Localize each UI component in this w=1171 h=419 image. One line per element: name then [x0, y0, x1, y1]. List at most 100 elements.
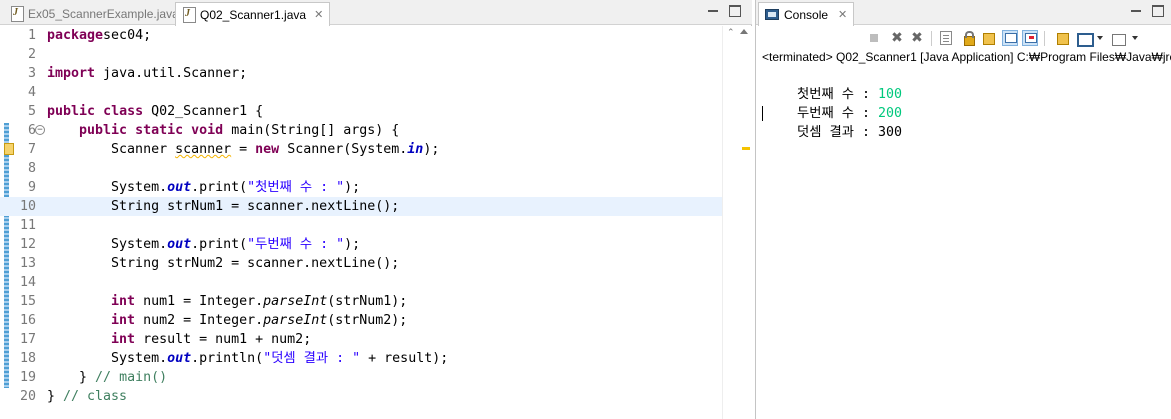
- code-token: .println(: [191, 351, 264, 366]
- code-line[interactable]: 1 packagesec04;: [0, 26, 722, 45]
- close-tab-icon[interactable]: ✕: [314, 8, 323, 21]
- code-text: Scanner scanner = new Scanner(System.in)…: [47, 140, 439, 159]
- pin-console-icon[interactable]: [1054, 30, 1070, 46]
- scroll-lock-icon[interactable]: [960, 30, 976, 46]
- code-token: public: [79, 123, 128, 138]
- tab-console[interactable]: Console ✕: [758, 2, 855, 26]
- remove-all-terminated-icon[interactable]: ✖: [909, 30, 925, 46]
- code-token: result = num1 + num2;: [135, 332, 312, 347]
- minimize-icon[interactable]: [707, 5, 719, 17]
- chevron-up-icon[interactable]: [740, 29, 748, 34]
- code-line[interactable]: 18 System.out.println("덧셈 결과 : " + resul…: [0, 349, 722, 368]
- code-token: int: [111, 332, 136, 347]
- code-text: import java.util.Scanner;: [47, 64, 247, 83]
- line-number: 13: [19, 256, 36, 271]
- code-token: + result);: [360, 351, 449, 366]
- code-text: int num1 = Integer.parseInt(strNum1);: [47, 292, 407, 311]
- code-line[interactable]: 17 int result = num1 + num2;: [0, 330, 722, 349]
- code-token: import: [47, 66, 96, 81]
- code-text: public class Q02_Scanner1 {: [47, 102, 263, 121]
- code-token: in: [407, 142, 424, 157]
- code-line[interactable]: 3 import java.util.Scanner;: [0, 64, 722, 83]
- close-console-icon[interactable]: ✕: [838, 8, 847, 21]
- overview-ruler[interactable]: ⌃: [722, 26, 752, 419]
- code-line[interactable]: 4: [0, 83, 722, 102]
- code-line[interactable]: 6− public static void main(String[] args…: [0, 121, 722, 140]
- fold-toggle-icon[interactable]: −: [35, 125, 45, 135]
- code-line[interactable]: 2: [0, 45, 722, 64]
- code-token: // class: [63, 389, 128, 404]
- code-token: String strNum1 = scanner.nextLine();: [47, 199, 400, 214]
- console-pane: Console ✕ ✖ ✖ <terminated> Q02_Scanner1 …: [755, 0, 1171, 419]
- chevron-down-icon[interactable]: [1097, 36, 1103, 40]
- code-token: }: [47, 389, 64, 404]
- code-text: String strNum2 = scanner.nextLine();: [47, 254, 399, 273]
- code-token: num1 = Integer.: [135, 294, 264, 309]
- open-console-icon[interactable]: [1111, 30, 1127, 46]
- code-text: int num2 = Integer.parseInt(strNum2);: [47, 311, 407, 330]
- console-line: 두번째 수 : 200: [765, 85, 902, 121]
- scroll-up-icon[interactable]: ⌃: [727, 28, 735, 38]
- line-number: 10: [19, 199, 36, 214]
- code-line[interactable]: 8: [0, 159, 722, 178]
- show-on-stdout-icon[interactable]: [1002, 30, 1018, 46]
- code-editor-pane: Ex05_ScannerExample.java Q02_Scanner1.ja…: [0, 0, 752, 419]
- code-line[interactable]: 15 int num1 = Integer.parseInt(strNum1);: [0, 292, 722, 311]
- remove-launch-icon[interactable]: ✖: [889, 30, 905, 46]
- code-line[interactable]: 9 System.out.print("첫번째 수 : ");: [0, 178, 722, 197]
- code-token: public: [47, 104, 96, 119]
- code-token: .print(: [191, 237, 248, 252]
- tab-q02-scanner1[interactable]: Q02_Scanner1.java ✕: [175, 2, 331, 26]
- console-icon: [765, 9, 779, 20]
- display-selected-console-icon[interactable]: [1076, 30, 1094, 47]
- code-token: out: [167, 237, 192, 252]
- line-number: 6: [27, 123, 36, 138]
- clear-console-icon[interactable]: [940, 31, 952, 45]
- code-text: System.out.print("두번째 수 : ");: [47, 235, 360, 254]
- code-token: main(String[] args) {: [223, 123, 400, 138]
- code-line[interactable]: 20} // class: [0, 387, 722, 406]
- code-line[interactable]: 19 } // main(): [0, 368, 722, 387]
- line-number: 18: [19, 351, 36, 366]
- code-token: parseInt: [263, 294, 328, 309]
- code-token: (strNum1);: [327, 294, 408, 309]
- code-token: class: [103, 104, 144, 119]
- code-token: }: [47, 370, 96, 385]
- minimize-icon[interactable]: [1130, 5, 1142, 17]
- chevron-down-icon[interactable]: [1132, 36, 1138, 40]
- code-token: );: [344, 237, 361, 252]
- word-wrap-icon[interactable]: [980, 30, 996, 46]
- code-token: System.: [47, 237, 168, 252]
- code-line[interactable]: 5 public class Q02_Scanner1 {: [0, 102, 722, 121]
- line-number: 15: [19, 294, 36, 309]
- code-line[interactable]: 13 String strNum2 = scanner.nextLine();: [0, 254, 722, 273]
- code-text: String strNum1 = scanner.nextLine();: [47, 197, 399, 216]
- line-number: 17: [19, 332, 36, 347]
- code-token: );: [423, 142, 440, 157]
- code-text: int result = num1 + num2;: [47, 330, 311, 349]
- code-line[interactable]: 16 int num2 = Integer.parseInt(strNum2);: [0, 311, 722, 330]
- console-output: 300: [878, 125, 903, 140]
- code-line[interactable]: 12 System.out.print("두번째 수 : ");: [0, 235, 722, 254]
- tab-ex05-scanner-example[interactable]: Ex05_ScannerExample.java: [4, 2, 185, 25]
- maximize-icon[interactable]: [729, 5, 741, 17]
- code-token: "첫번째 수 : ": [247, 180, 345, 195]
- code-line[interactable]: 10 String strNum1 = scanner.nextLine();: [0, 197, 722, 216]
- code-line[interactable]: 14: [0, 273, 722, 292]
- line-number: 8: [27, 161, 36, 176]
- code-line[interactable]: 11: [0, 216, 722, 235]
- show-on-stderr-icon[interactable]: [1022, 30, 1038, 46]
- toolbar-separator: [931, 31, 932, 46]
- code-token: =: [231, 142, 256, 157]
- terminate-icon[interactable]: [866, 30, 882, 46]
- warning-icon[interactable]: [4, 143, 14, 155]
- warning-marker[interactable]: [742, 147, 750, 150]
- code-token: parseInt: [263, 313, 328, 328]
- maximize-icon[interactable]: [1152, 5, 1164, 17]
- code-line[interactable]: 7 Scanner scanner = new Scanner(System.i…: [0, 140, 722, 159]
- line-number: 2: [27, 47, 36, 62]
